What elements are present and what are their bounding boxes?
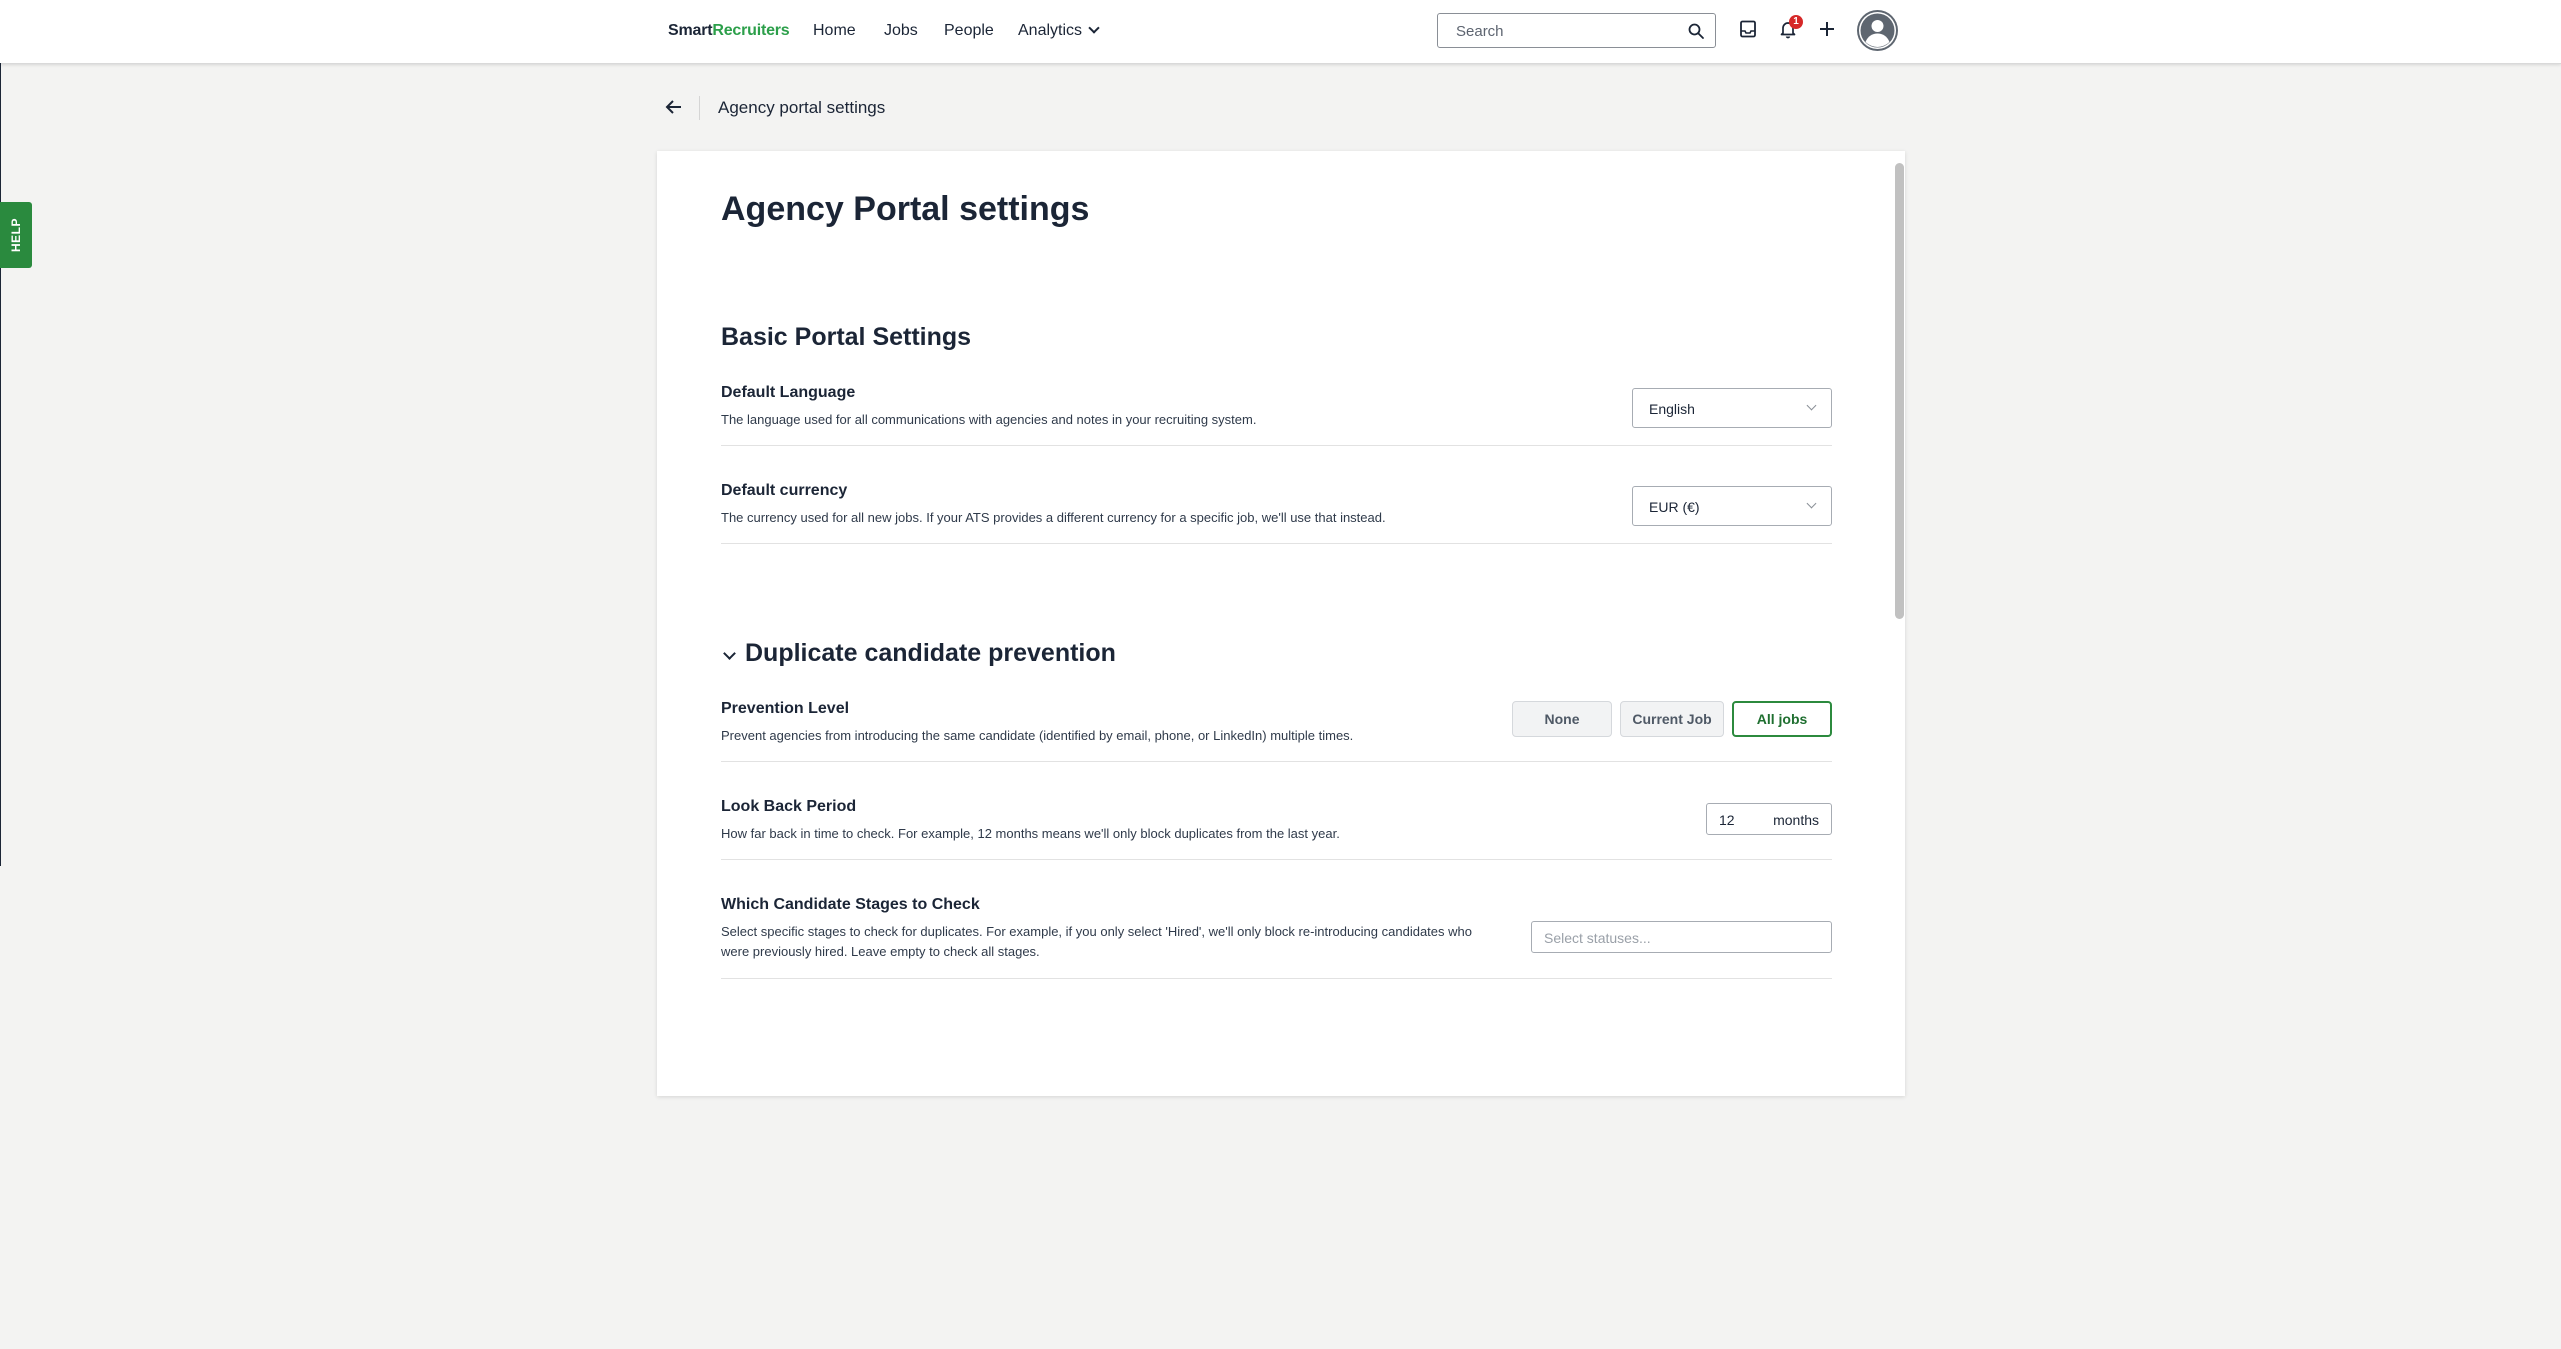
help-tab[interactable]: HELP: [0, 202, 32, 268]
default-currency-select[interactable]: EUR (€): [1632, 486, 1832, 526]
nav-home[interactable]: Home: [813, 22, 856, 40]
breadcrumb-divider: [699, 96, 700, 120]
prevention-level-description: Prevent agencies from introducing the sa…: [721, 728, 1354, 743]
help-tab-label: HELP: [9, 217, 23, 253]
page-title: Agency Portal settings: [721, 190, 1090, 228]
smartrecruiters-logo[interactable]: SmartRecruiters: [668, 22, 790, 40]
search-input[interactable]: [1454, 22, 1678, 41]
default-currency-description: The currency used for all new jobs. If y…: [721, 510, 1386, 525]
default-language-value: English: [1649, 401, 1695, 417]
prevention-option-none[interactable]: None: [1512, 701, 1612, 737]
candidate-stages-select[interactable]: Select statuses...: [1531, 921, 1832, 953]
look-back-period-value: 12: [1719, 812, 1735, 828]
look-back-period-label: Look Back Period: [721, 798, 857, 815]
look-back-period-unit: months: [1773, 812, 1819, 828]
chevron-down-icon: [1088, 22, 1100, 34]
nav-jobs[interactable]: Jobs: [884, 22, 918, 40]
candidate-stages-description: Select specific stages to check for dupl…: [721, 924, 1472, 959]
chevron-down-icon: [1806, 498, 1817, 509]
default-language-select[interactable]: English: [1632, 388, 1832, 428]
notification-badge: 1: [1789, 15, 1803, 29]
candidate-stages-placeholder: Select statuses...: [1544, 930, 1651, 946]
card-scrollbar[interactable]: [1894, 163, 1905, 1083]
look-back-period-input[interactable]: 12 months: [1706, 803, 1832, 835]
prevention-option-current-job[interactable]: Current Job: [1620, 701, 1724, 737]
plus-icon[interactable]: [1817, 19, 1837, 44]
search-box[interactable]: [1437, 13, 1716, 48]
candidate-stages-label: Which Candidate Stages to Check: [721, 896, 980, 913]
user-avatar[interactable]: [1857, 10, 1898, 51]
duplicate-prevention-heading[interactable]: Duplicate candidate prevention: [745, 639, 1116, 668]
left-edge-divider: [0, 63, 1, 866]
prevention-level-label: Prevention Level: [721, 700, 850, 717]
collapse-chevron-icon[interactable]: [723, 647, 736, 660]
logo-text-smart: Smart: [668, 22, 713, 39]
nav-analytics-label: Analytics: [1018, 22, 1083, 39]
logo-text-recruiters: Recruiters: [712, 22, 790, 39]
default-currency-label: Default currency: [721, 482, 848, 499]
top-navigation-bar: SmartRecruiters Home Jobs People Analyti…: [0, 0, 2561, 64]
default-currency-row: Default currency The currency used for a…: [721, 482, 1832, 544]
nav-people[interactable]: People: [944, 22, 994, 40]
breadcrumb-title: Agency portal settings: [718, 98, 886, 117]
settings-card: Agency Portal settings Basic Portal Sett…: [657, 151, 1905, 1096]
look-back-period-row: Look Back Period How far back in time to…: [721, 798, 1832, 860]
candidate-stages-row: Which Candidate Stages to Check Select s…: [721, 896, 1832, 979]
default-currency-value: EUR (€): [1649, 499, 1700, 515]
default-language-row: Default Language The language used for a…: [721, 384, 1832, 446]
chevron-down-icon: [1806, 400, 1817, 411]
prevention-option-all-jobs[interactable]: All jobs: [1732, 701, 1832, 737]
nav-analytics[interactable]: Analytics: [1018, 22, 1100, 40]
default-language-description: The language used for all communications…: [721, 412, 1257, 427]
inbox-icon[interactable]: [1738, 19, 1758, 44]
look-back-period-description: How far back in time to check. For examp…: [721, 826, 1340, 841]
basic-settings-heading: Basic Portal Settings: [721, 323, 972, 351]
search-icon[interactable]: [1687, 22, 1705, 45]
back-arrow-icon[interactable]: [664, 97, 684, 122]
default-language-label: Default Language: [721, 384, 856, 401]
prevention-level-row: Prevention Level Prevent agencies from i…: [721, 700, 1832, 762]
scrollbar-thumb[interactable]: [1895, 163, 1904, 619]
